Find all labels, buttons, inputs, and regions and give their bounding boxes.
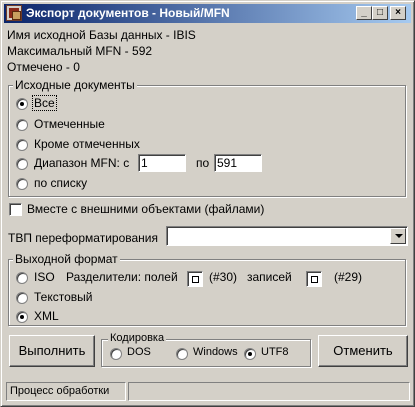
with-external-label[interactable]: Вместе с внешними объектами (файлами) bbox=[27, 202, 264, 216]
cancel-button-label: Отменить bbox=[333, 343, 393, 358]
delimiters-label: Разделители: полей bbox=[66, 270, 178, 284]
execute-button[interactable]: Выполнить bbox=[9, 335, 95, 367]
radio-utf8-label[interactable]: UTF8 bbox=[261, 346, 289, 358]
close-icon: × bbox=[395, 7, 401, 18]
output-format-title: Выходной формат bbox=[13, 252, 120, 266]
radio-by-list[interactable] bbox=[16, 178, 28, 190]
max-mfn-label: Максимальный MFN - 592 bbox=[7, 44, 153, 58]
record-delimiter-input[interactable] bbox=[306, 271, 322, 287]
radio-range[interactable] bbox=[16, 158, 28, 170]
db-name-label: Имя исходной Базы данных - IBIS bbox=[7, 28, 196, 42]
close-button[interactable]: × bbox=[390, 6, 406, 20]
radio-windows[interactable] bbox=[176, 348, 188, 360]
radio-xml-label[interactable]: XML bbox=[34, 309, 59, 323]
cancel-button[interactable]: Отменить bbox=[318, 335, 408, 367]
radio-text-label[interactable]: Текстовый bbox=[34, 290, 92, 304]
radio-dos-label[interactable]: DOS bbox=[127, 346, 151, 358]
chevron-down-icon[interactable] bbox=[390, 228, 406, 244]
app-icon bbox=[6, 5, 22, 21]
export-dialog: Экспорт документов - Новый/MFN _ □ × Имя… bbox=[0, 0, 415, 407]
execute-button-label: Выполнить bbox=[18, 343, 86, 358]
radio-except-marked[interactable] bbox=[16, 139, 28, 151]
radio-by-list-label[interactable]: по списку bbox=[34, 176, 87, 190]
marked-count-label: Отмечено - 0 bbox=[7, 60, 80, 74]
radio-all-label[interactable]: Все bbox=[32, 95, 57, 111]
radio-windows-label[interactable]: Windows bbox=[193, 346, 238, 358]
with-external-checkbox[interactable] bbox=[9, 203, 22, 216]
records-label: записей bbox=[247, 270, 292, 284]
range-to-label: по bbox=[196, 156, 210, 170]
status-text: Процесс обработки bbox=[10, 385, 110, 397]
field-delimiter-input[interactable] bbox=[187, 271, 203, 287]
radio-utf8[interactable] bbox=[244, 348, 256, 360]
range-to-input[interactable]: 591 bbox=[214, 154, 262, 172]
radio-all[interactable] bbox=[16, 98, 28, 110]
radio-range-label[interactable]: Диапазон MFN: с bbox=[34, 156, 129, 170]
range-from-input[interactable]: 1 bbox=[138, 154, 186, 172]
radio-iso-label[interactable]: ISO bbox=[34, 270, 55, 284]
window-title: Экспорт документов - Новый/MFN bbox=[26, 6, 230, 20]
radio-marked[interactable] bbox=[16, 119, 28, 131]
status-text-panel: Процесс обработки bbox=[6, 382, 126, 401]
radio-except-marked-label[interactable]: Кроме отмеченных bbox=[34, 137, 140, 151]
maximize-icon: □ bbox=[376, 7, 384, 18]
radio-marked-label[interactable]: Отмеченные bbox=[34, 117, 105, 131]
radio-xml[interactable] bbox=[16, 311, 28, 323]
record-delimiter-code: (#29) bbox=[334, 270, 363, 284]
title-bar[interactable]: Экспорт документов - Новый/MFN _ □ × bbox=[4, 4, 411, 23]
field-delimiter-code: (#30) bbox=[209, 270, 238, 284]
minimize-icon: _ bbox=[361, 7, 367, 18]
tvp-select[interactable] bbox=[166, 226, 408, 246]
radio-dos[interactable] bbox=[110, 348, 122, 360]
status-progress-panel bbox=[128, 382, 410, 401]
tvp-label: ТВП переформатирования bbox=[8, 231, 158, 245]
radio-text[interactable] bbox=[16, 292, 28, 304]
encoding-title: Кодировка bbox=[108, 332, 167, 344]
maximize-button[interactable]: □ bbox=[372, 6, 388, 20]
minimize-button[interactable]: _ bbox=[356, 6, 372, 20]
source-docs-title: Исходные документы bbox=[13, 78, 137, 92]
radio-iso[interactable] bbox=[16, 272, 28, 284]
